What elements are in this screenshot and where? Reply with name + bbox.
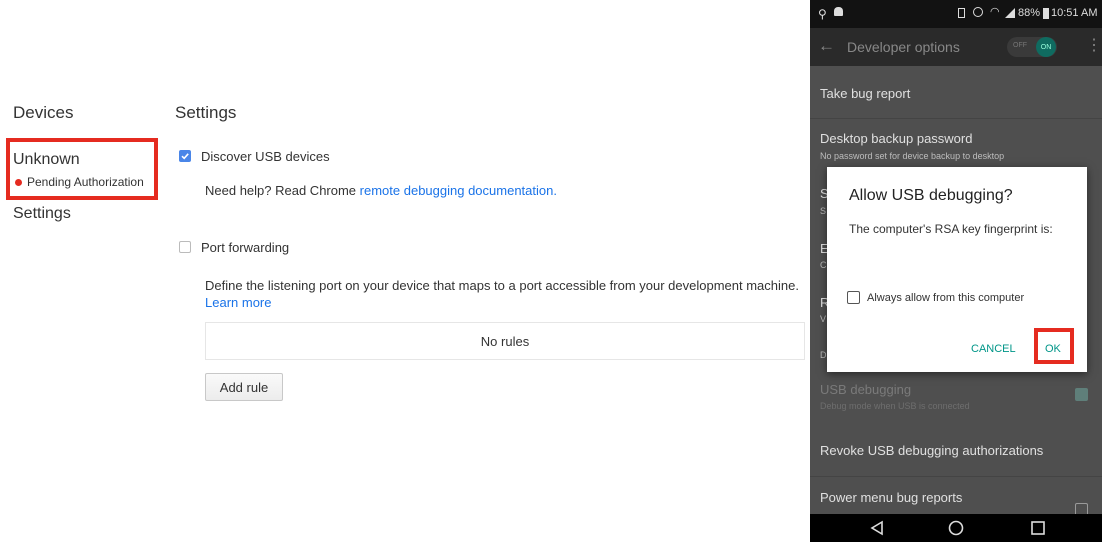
sidebar-item-settings[interactable]: Settings (13, 205, 71, 223)
row-take-bug-report[interactable]: Take bug report (820, 86, 910, 101)
alarm-icon (973, 7, 983, 17)
help-prefix: Need help? Read Chrome (205, 183, 360, 198)
device-highlight-box (6, 138, 158, 200)
row-desktop-backup[interactable]: Desktop backup password (820, 131, 972, 146)
toggle-off-label: OFF (1013, 42, 1027, 49)
discover-usb-checkbox[interactable] (179, 150, 191, 162)
signal-icon (1005, 8, 1015, 18)
add-rule-button[interactable]: Add rule (205, 373, 283, 401)
allow-usb-debugging-dialog: Allow USB debugging? The computer's RSA … (827, 167, 1087, 372)
cancel-button[interactable]: CANCEL (971, 343, 1016, 355)
nav-recents-icon[interactable] (1030, 520, 1046, 536)
status-dot-icon (15, 178, 22, 186)
learn-more-link[interactable]: Learn more (205, 295, 271, 310)
overflow-menu-icon[interactable]: ⋮ (1086, 35, 1102, 55)
checkmark-icon (181, 153, 189, 160)
dialog-title: Allow USB debugging? (849, 187, 1013, 204)
help-text: Need help? Read Chrome remote debugging … (205, 183, 557, 198)
developer-options-toggle[interactable]: OFF ON (1007, 37, 1057, 57)
wifi-icon: ◠ (990, 6, 1000, 18)
no-rules-label: No rules (480, 333, 530, 349)
port-forwarding-label: Port forwarding (201, 240, 290, 255)
back-arrow-icon[interactable]: ← (818, 36, 835, 56)
port-forwarding-description: Define the listening port on your device… (205, 277, 805, 311)
always-allow-label: Always allow from this computer (867, 292, 1025, 304)
device-name[interactable]: Unknown (13, 151, 80, 169)
row-r-partial-sub: V (820, 314, 827, 324)
divider (810, 476, 1102, 477)
toggle-on-knob: ON (1036, 37, 1056, 57)
android-debug-icon (834, 7, 843, 16)
usb-debugging-checkbox[interactable] (1075, 388, 1088, 401)
settings-heading: Settings (175, 103, 237, 122)
dialog-body: The computer's RSA key fingerprint is: (849, 222, 1053, 236)
battery-icon (1043, 8, 1049, 19)
device-status-label: Pending Authorization (27, 175, 144, 189)
row-usb-debugging-sub: Debug mode when USB is connected (820, 401, 970, 411)
phone-screen: ⚲ ◠ 88% 10:51 AM ← Developer options OFF… (810, 0, 1102, 542)
port-forwarding-checkbox[interactable] (179, 241, 191, 253)
clock: 10:51 AM (1051, 7, 1098, 19)
devices-heading: Devices (13, 103, 74, 122)
row-desktop-backup-sub: No password set for device backup to des… (820, 151, 1005, 161)
app-toolbar: ← Developer options OFF ON ⋮ (810, 28, 1102, 66)
rules-table: No rules (205, 322, 805, 360)
nav-home-icon[interactable] (948, 520, 964, 536)
toolbar-title: Developer options (847, 39, 960, 55)
status-bar: ⚲ ◠ 88% 10:51 AM (810, 0, 1102, 28)
divider (810, 118, 1102, 119)
nav-back-icon[interactable] (869, 520, 885, 536)
row-power-menu-bug-reports[interactable]: Power menu bug reports (820, 490, 962, 505)
row-revoke-usb[interactable]: Revoke USB debugging authorizations (820, 443, 1043, 458)
port-desc-text: Define the listening port on your device… (205, 278, 799, 293)
vibrate-icon (958, 8, 965, 18)
discover-usb-label: Discover USB devices (201, 149, 330, 164)
battery-percent: 88% (1018, 7, 1041, 19)
row-s-partial-sub: S (820, 206, 827, 216)
row-d-partial: D (820, 350, 827, 360)
usb-icon: ⚲ (818, 7, 827, 21)
always-allow-checkbox[interactable] (847, 291, 860, 304)
row-e-partial-sub: C (820, 260, 827, 270)
android-nav-bar (810, 514, 1102, 542)
device-status: Pending Authorization (15, 175, 144, 189)
ok-button[interactable]: OK (1045, 343, 1061, 355)
power-menu-checkbox[interactable] (1075, 503, 1088, 514)
row-usb-debugging[interactable]: USB debugging (820, 382, 911, 397)
remote-debugging-docs-link[interactable]: remote debugging documentation. (360, 183, 557, 198)
